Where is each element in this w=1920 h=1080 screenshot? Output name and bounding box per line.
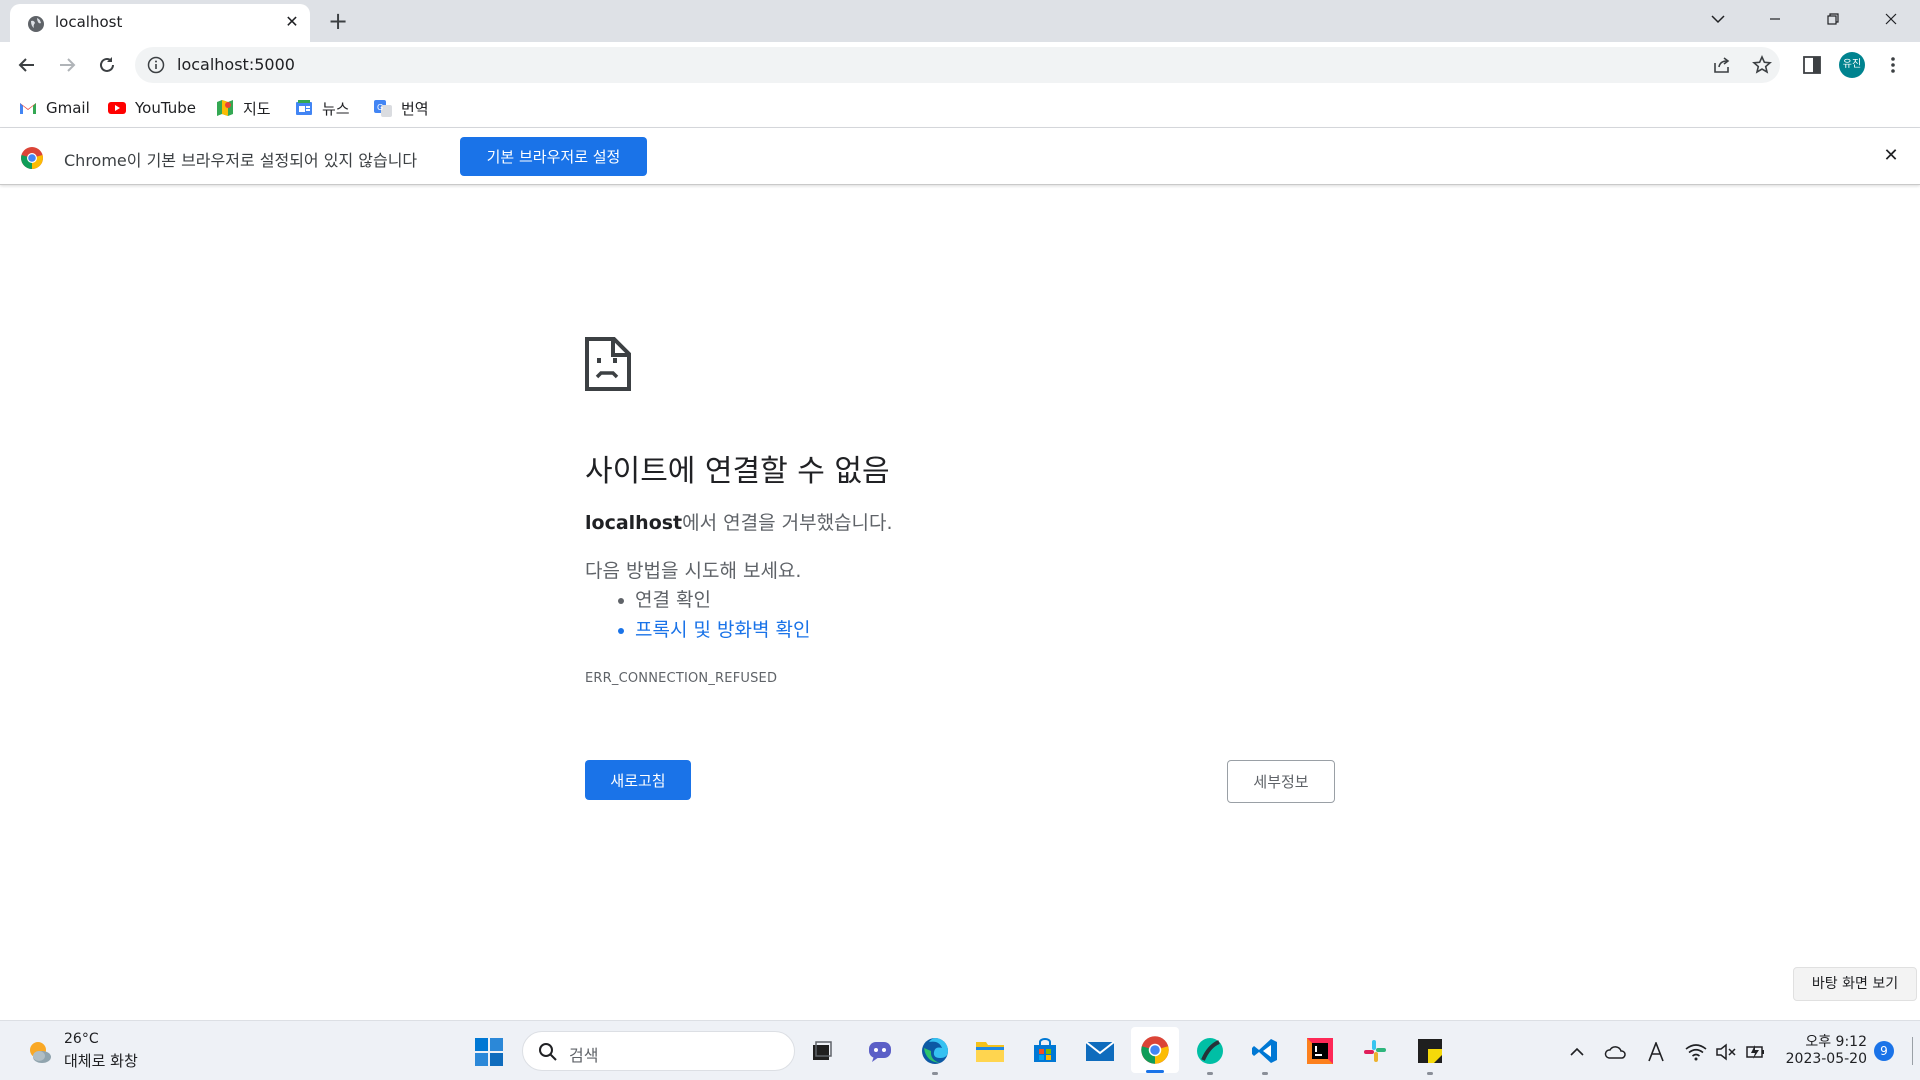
address-bar[interactable]: localhost:5000 — [135, 47, 1780, 83]
tab-strip: localhost ✕ + — [0, 0, 1920, 42]
show-desktop-tooltip: 바탕 화면 보기 — [1793, 967, 1917, 1001]
details-button[interactable]: 세부정보 — [1227, 760, 1335, 803]
tab-title: localhost — [55, 13, 123, 31]
back-arrow-icon[interactable] — [11, 49, 43, 81]
mail-icon[interactable] — [1082, 1033, 1118, 1069]
profile-avatar[interactable]: 유진 — [1839, 52, 1865, 78]
running-indicator — [932, 1072, 938, 1075]
error-description-text: 에서 연결을 거부했습니다. — [682, 512, 893, 534]
suggestion-check-proxy-firewall-link[interactable]: 프록시 및 방화벽 확인 — [585, 615, 810, 645]
infobar-message: Chrome이 기본 브라우저로 설정되어 있지 않습니다 — [64, 151, 418, 170]
chevron-up-icon[interactable] — [1566, 1041, 1588, 1063]
teams-chat-icon[interactable] — [862, 1033, 898, 1069]
suggestion-check-connection: 연결 확인 — [585, 585, 810, 615]
svg-text:G: G — [377, 103, 383, 112]
vscode-icon[interactable] — [1247, 1033, 1283, 1075]
wifi-icon[interactable] — [1685, 1041, 1707, 1063]
battery-charging-icon[interactable] — [1745, 1041, 1767, 1063]
microsoft-store-icon[interactable] — [1027, 1033, 1063, 1069]
sad-document-icon — [585, 337, 631, 391]
forward-arrow-icon[interactable] — [51, 49, 83, 81]
site-info-icon[interactable] — [147, 56, 165, 74]
running-indicator — [1427, 1072, 1433, 1075]
windows-start-icon[interactable] — [474, 1037, 504, 1067]
tab-search-chevron-down-icon[interactable] — [1695, 4, 1741, 34]
error-description: localhost에서 연결을 거부했습니다. — [585, 508, 893, 535]
set-default-browser-button[interactable]: 기본 브라우저로 설정 — [460, 137, 647, 176]
search-icon — [539, 1043, 557, 1061]
tab-localhost[interactable]: localhost ✕ — [10, 4, 310, 42]
search-placeholder: 검색 — [569, 1046, 599, 1065]
clock-date[interactable]: 2023-05-20 — [1782, 1051, 1867, 1067]
error-title: 사이트에 연결할 수 없음 — [585, 454, 890, 489]
address-text[interactable]: localhost:5000 — [177, 55, 295, 74]
bookmark-label: YouTube — [135, 99, 196, 117]
sticky-notes-icon[interactable] — [1412, 1033, 1448, 1075]
bookmark-maps[interactable]: 지도 — [215, 95, 271, 121]
minimize-icon[interactable] — [1752, 4, 1798, 34]
kebab-menu-icon[interactable] — [1883, 52, 1903, 78]
default-browser-infobar: Chrome이 기본 브라우저로 설정되어 있지 않습니다 기본 브라우저로 설… — [0, 128, 1920, 185]
weather-temperature[interactable]: 26°C — [64, 1031, 99, 1047]
bookmark-label: 뉴스 — [322, 99, 350, 118]
taskbar-search-box[interactable]: 검색 — [522, 1031, 795, 1071]
intellij-icon[interactable] — [1302, 1033, 1338, 1069]
weather-description[interactable]: 대체로 화창 — [64, 1050, 138, 1071]
bookmark-star-icon[interactable] — [1752, 55, 1772, 75]
slack-icon[interactable] — [1357, 1033, 1393, 1069]
browser-toolbar: localhost:5000 유진 — [0, 42, 1920, 88]
suggestions-heading: 다음 방법을 시도해 보세요. — [585, 560, 802, 582]
ime-language-icon[interactable] — [1645, 1041, 1667, 1063]
onedrive-cloud-icon[interactable] — [1604, 1041, 1626, 1063]
bookmark-label: Gmail — [46, 99, 90, 117]
edge-browser-icon[interactable] — [917, 1033, 953, 1075]
running-indicator — [1207, 1072, 1213, 1075]
gmail-icon — [20, 103, 36, 114]
bookmark-gmail[interactable]: Gmail — [18, 95, 90, 121]
chrome-taskbar-icon[interactable] — [1131, 1027, 1179, 1073]
clock-time[interactable]: 오후 9:12 — [1782, 1031, 1867, 1051]
chrome-logo-icon — [21, 147, 43, 169]
new-tab-button[interactable]: + — [324, 7, 352, 35]
window-close-icon[interactable] — [1868, 4, 1914, 34]
share-icon[interactable] — [1712, 55, 1732, 75]
volume-muted-icon[interactable] — [1715, 1041, 1737, 1063]
notification-badge[interactable]: 9 — [1874, 1041, 1894, 1061]
news-icon — [296, 100, 312, 115]
bookmark-youtube[interactable]: YouTube — [107, 95, 196, 121]
partly-sunny-icon[interactable] — [26, 1038, 54, 1066]
windows-taskbar: 26°C 대체로 화창 검색 오후 9:12 2023-05-20 9 — [0, 1020, 1920, 1080]
globe-icon — [28, 16, 44, 32]
translate-icon: G — [374, 100, 392, 117]
suggestions-list: 연결 확인 프록시 및 방화벽 확인 — [585, 585, 810, 645]
reload-button[interactable]: 새로고침 — [585, 760, 691, 800]
tab-close-icon[interactable]: ✕ — [280, 10, 304, 34]
bookmark-news[interactable]: 뉴스 — [294, 95, 350, 121]
show-desktop-button[interactable] — [1912, 1037, 1913, 1065]
restore-icon[interactable] — [1810, 4, 1856, 34]
sourcetree-icon[interactable] — [1192, 1033, 1228, 1075]
side-panel-icon[interactable] — [1801, 54, 1823, 76]
running-indicator — [1262, 1072, 1268, 1075]
bookmark-translate[interactable]: G 번역 — [373, 95, 429, 121]
bookmarks-bar: Gmail YouTube 지도 뉴스 G 번역 — [0, 88, 1920, 128]
bookmark-label: 지도 — [243, 99, 271, 118]
error-host: localhost — [585, 512, 683, 534]
task-view-icon[interactable] — [804, 1033, 840, 1069]
running-indicator — [1146, 1070, 1164, 1073]
infobar-close-icon[interactable]: ✕ — [1879, 144, 1903, 168]
file-explorer-icon[interactable] — [972, 1033, 1008, 1069]
youtube-icon — [108, 102, 126, 114]
bookmark-label: 번역 — [401, 99, 429, 118]
reload-icon[interactable] — [91, 49, 123, 81]
maps-icon — [217, 100, 233, 116]
error-code: ERR_CONNECTION_REFUSED — [585, 671, 778, 686]
